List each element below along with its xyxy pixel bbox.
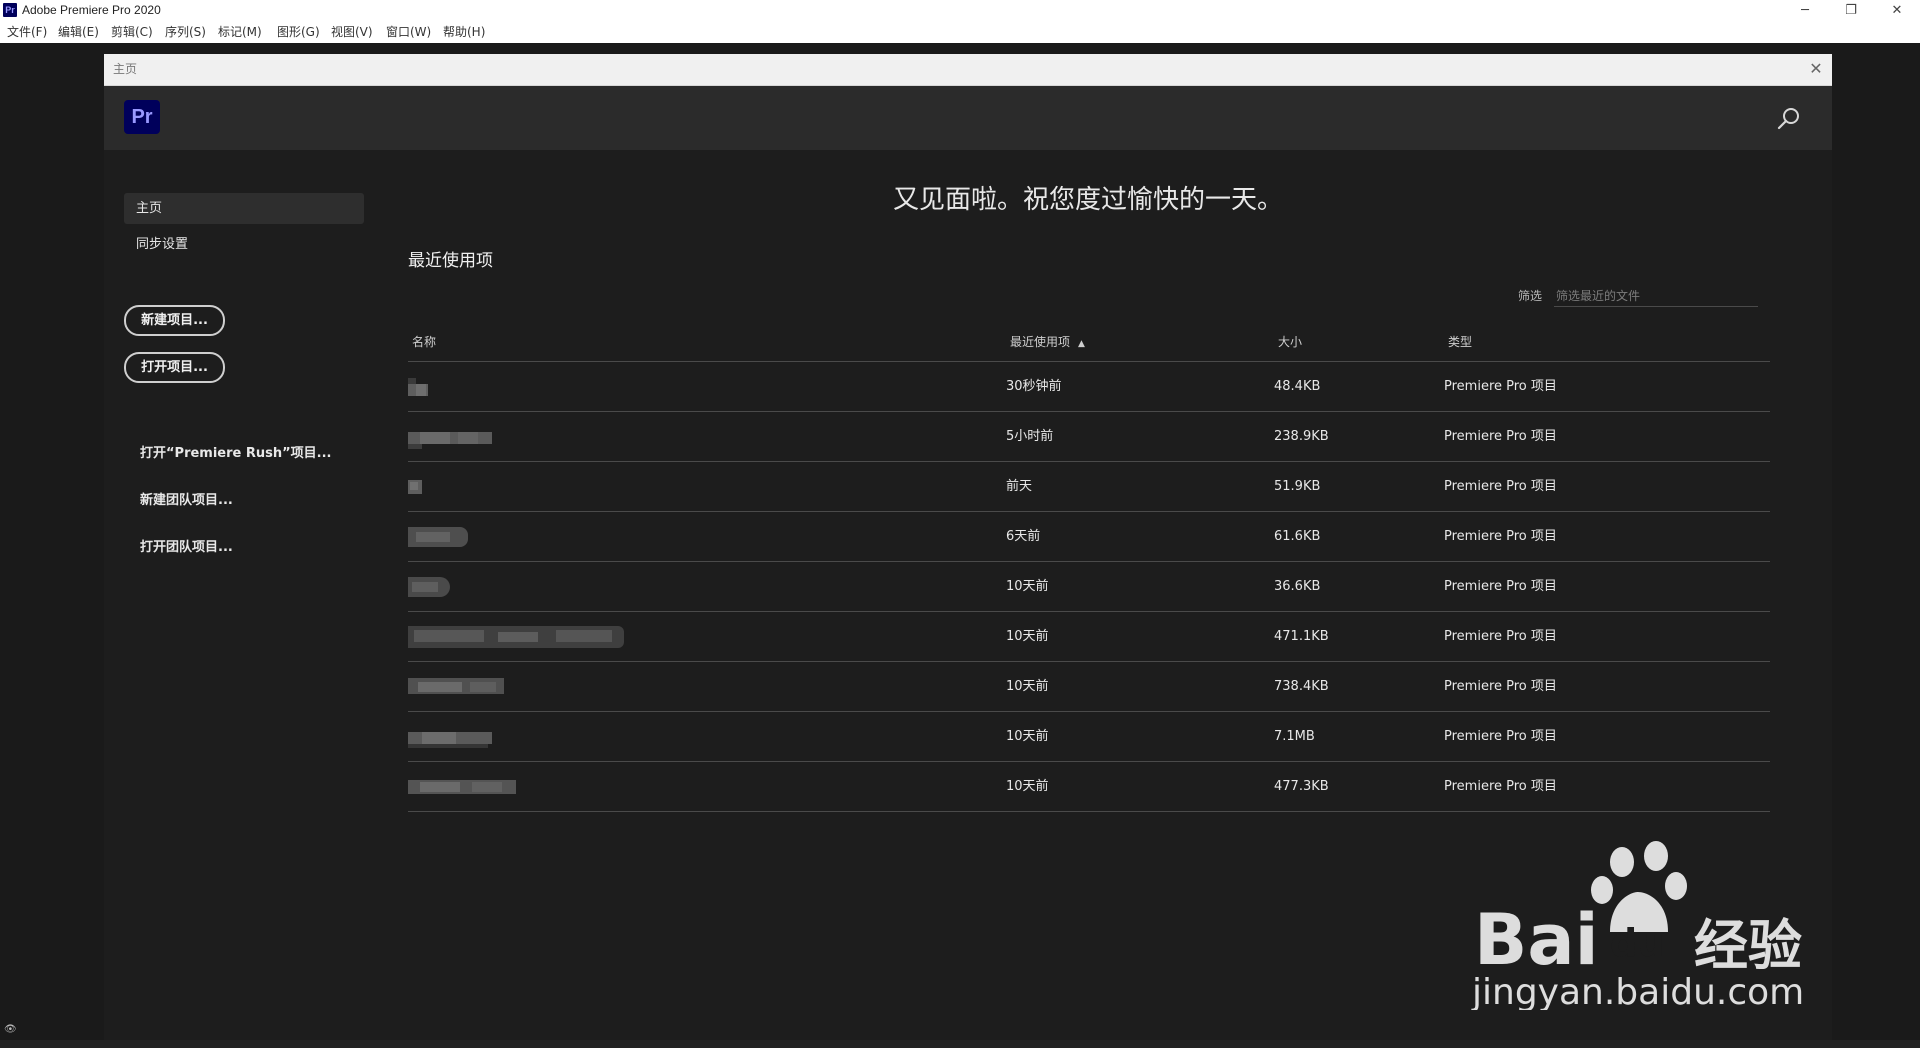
filter-input[interactable] xyxy=(1554,286,1758,306)
recent-section-title: 最近使用项 xyxy=(408,251,493,271)
minimize-button[interactable]: ─ xyxy=(1782,0,1828,21)
recent-cell: 5小时前 xyxy=(1006,429,1054,444)
menu-marker[interactable]: 标记(M) xyxy=(218,24,262,40)
status-bar xyxy=(0,1040,1920,1048)
type-cell: Premiere Pro 项目 xyxy=(1444,629,1557,644)
column-recent-label: 最近使用项 xyxy=(1010,335,1071,349)
nav-sync-settings[interactable]: 同步设置 xyxy=(124,229,364,260)
restore-button[interactable]: ❐ xyxy=(1828,0,1874,21)
dialog-title: 主页 xyxy=(113,62,138,76)
premiere-app-icon: Pr xyxy=(3,3,17,17)
column-size[interactable]: 大小 xyxy=(1278,334,1302,350)
open-team-project-link[interactable]: 打开团队项目... xyxy=(140,539,233,556)
column-type[interactable]: 类型 xyxy=(1448,334,1472,350)
status-visibility-icon[interactable]: 👁 xyxy=(4,1024,18,1036)
search-icon[interactable] xyxy=(1776,106,1802,132)
type-cell: Premiere Pro 项目 xyxy=(1444,729,1557,744)
nav-sync-settings-label: 同步设置 xyxy=(136,237,189,252)
greeting-text: 又见面啦。祝您度过愉快的一天。 xyxy=(892,185,1283,215)
table-header: 名称 最近使用项 ▲ 大小 类型 xyxy=(408,325,1770,362)
window-titlebar: Pr Adobe Premiere Pro 2020 ─ ❐ ✕ xyxy=(0,0,1920,21)
window-close-button[interactable]: ✕ xyxy=(1874,0,1920,21)
nav-home-label: 主页 xyxy=(136,201,163,216)
dialog-titlebar: 主页 ✕ xyxy=(104,54,1832,86)
menu-help[interactable]: 帮助(H) xyxy=(443,24,485,40)
new-team-project-link[interactable]: 新建团队项目... xyxy=(140,492,233,509)
table-row[interactable]: 5小时前 238.9KB Premiere Pro 项目 xyxy=(408,412,1770,462)
table-row[interactable]: 30秒钟前 48.4KB Premiere Pro 项目 xyxy=(408,362,1770,412)
size-cell: 48.4KB xyxy=(1274,379,1321,394)
menu-file[interactable]: 文件(F) xyxy=(7,24,47,40)
recent-cell: 10天前 xyxy=(1006,779,1049,794)
recent-cell: 10天前 xyxy=(1006,729,1049,744)
table-row[interactable]: 10天前 36.6KB Premiere Pro 项目 xyxy=(408,562,1770,612)
menu-bar: 文件(F) 编辑(E) 剪辑(C) 序列(S) 标记(M) 图形(G) 视图(V… xyxy=(0,21,1920,43)
table-row[interactable]: 10天前 471.1KB Premiere Pro 项目 xyxy=(408,612,1770,662)
svg-text:du: du xyxy=(1610,921,1664,965)
size-cell: 477.3KB xyxy=(1274,779,1329,794)
column-name[interactable]: 名称 xyxy=(412,334,436,350)
recent-cell: 10天前 xyxy=(1006,579,1049,594)
column-recent[interactable]: 最近使用项 ▲ xyxy=(1010,334,1085,352)
size-cell: 738.4KB xyxy=(1274,679,1329,694)
filter-field[interactable] xyxy=(1554,285,1758,307)
size-cell: 61.6KB xyxy=(1274,529,1321,544)
filter-label: 筛选 xyxy=(1518,289,1543,303)
svg-text:经验: 经验 xyxy=(1694,914,1802,977)
recent-cell: 前天 xyxy=(1006,479,1033,494)
nav-home[interactable]: 主页 xyxy=(124,193,364,224)
size-cell: 238.9KB xyxy=(1274,429,1329,444)
type-cell: Premiere Pro 项目 xyxy=(1444,429,1557,444)
menu-clip[interactable]: 剪辑(C) xyxy=(111,24,153,40)
size-cell: 51.9KB xyxy=(1274,479,1321,494)
recent-cell: 30秒钟前 xyxy=(1006,379,1062,394)
recent-cell: 10天前 xyxy=(1006,679,1049,694)
table-row[interactable]: 6天前 61.6KB Premiere Pro 项目 xyxy=(408,512,1770,562)
size-cell: 7.1MB xyxy=(1274,729,1315,744)
type-cell: Premiere Pro 项目 xyxy=(1444,679,1557,694)
size-cell: 471.1KB xyxy=(1274,629,1329,644)
type-cell: Premiere Pro 项目 xyxy=(1444,379,1557,394)
type-cell: Premiere Pro 项目 xyxy=(1444,479,1557,494)
window-title: Adobe Premiere Pro 2020 xyxy=(22,3,161,17)
table-row[interactable]: 10天前 477.3KB Premiere Pro 项目 xyxy=(408,762,1770,812)
recent-files-table: 名称 最近使用项 ▲ 大小 类型 30秒钟前 48.4KB Premiere Pr… xyxy=(408,325,1770,812)
sort-ascending-icon: ▲ xyxy=(1078,339,1085,349)
open-project-button[interactable]: 打开项目... xyxy=(124,352,225,383)
svg-text:Bai: Bai xyxy=(1474,899,1599,981)
recent-cell: 6天前 xyxy=(1006,529,1041,544)
home-header: Pr xyxy=(104,86,1832,150)
premiere-logo: Pr xyxy=(124,100,160,134)
new-project-button[interactable]: 新建项目... xyxy=(124,305,225,336)
menu-edit[interactable]: 编辑(E) xyxy=(58,24,99,40)
type-cell: Premiere Pro 项目 xyxy=(1444,579,1557,594)
type-cell: Premiere Pro 项目 xyxy=(1444,529,1557,544)
menu-window[interactable]: 窗口(W) xyxy=(386,24,431,40)
menu-view[interactable]: 视图(V) xyxy=(331,24,373,40)
size-cell: 36.6KB xyxy=(1274,579,1321,594)
dialog-close-button[interactable]: ✕ xyxy=(1804,58,1828,80)
baidu-jingyan-watermark: Bai du 经验 jingyan.baidu.com xyxy=(1470,840,1830,1013)
table-row[interactable]: 10天前 738.4KB Premiere Pro 项目 xyxy=(408,662,1770,712)
menu-graphics[interactable]: 图形(G) xyxy=(277,24,320,40)
svg-text:jingyan.baidu.com: jingyan.baidu.com xyxy=(1471,972,1804,1010)
open-rush-project-link[interactable]: 打开“Premiere Rush”项目... xyxy=(140,445,332,462)
type-cell: Premiere Pro 项目 xyxy=(1444,779,1557,794)
table-row[interactable]: 10天前 7.1MB Premiere Pro 项目 xyxy=(408,712,1770,762)
table-row[interactable]: 前天 51.9KB Premiere Pro 项目 xyxy=(408,462,1770,512)
menu-sequence[interactable]: 序列(S) xyxy=(165,24,206,40)
recent-cell: 10天前 xyxy=(1006,629,1049,644)
